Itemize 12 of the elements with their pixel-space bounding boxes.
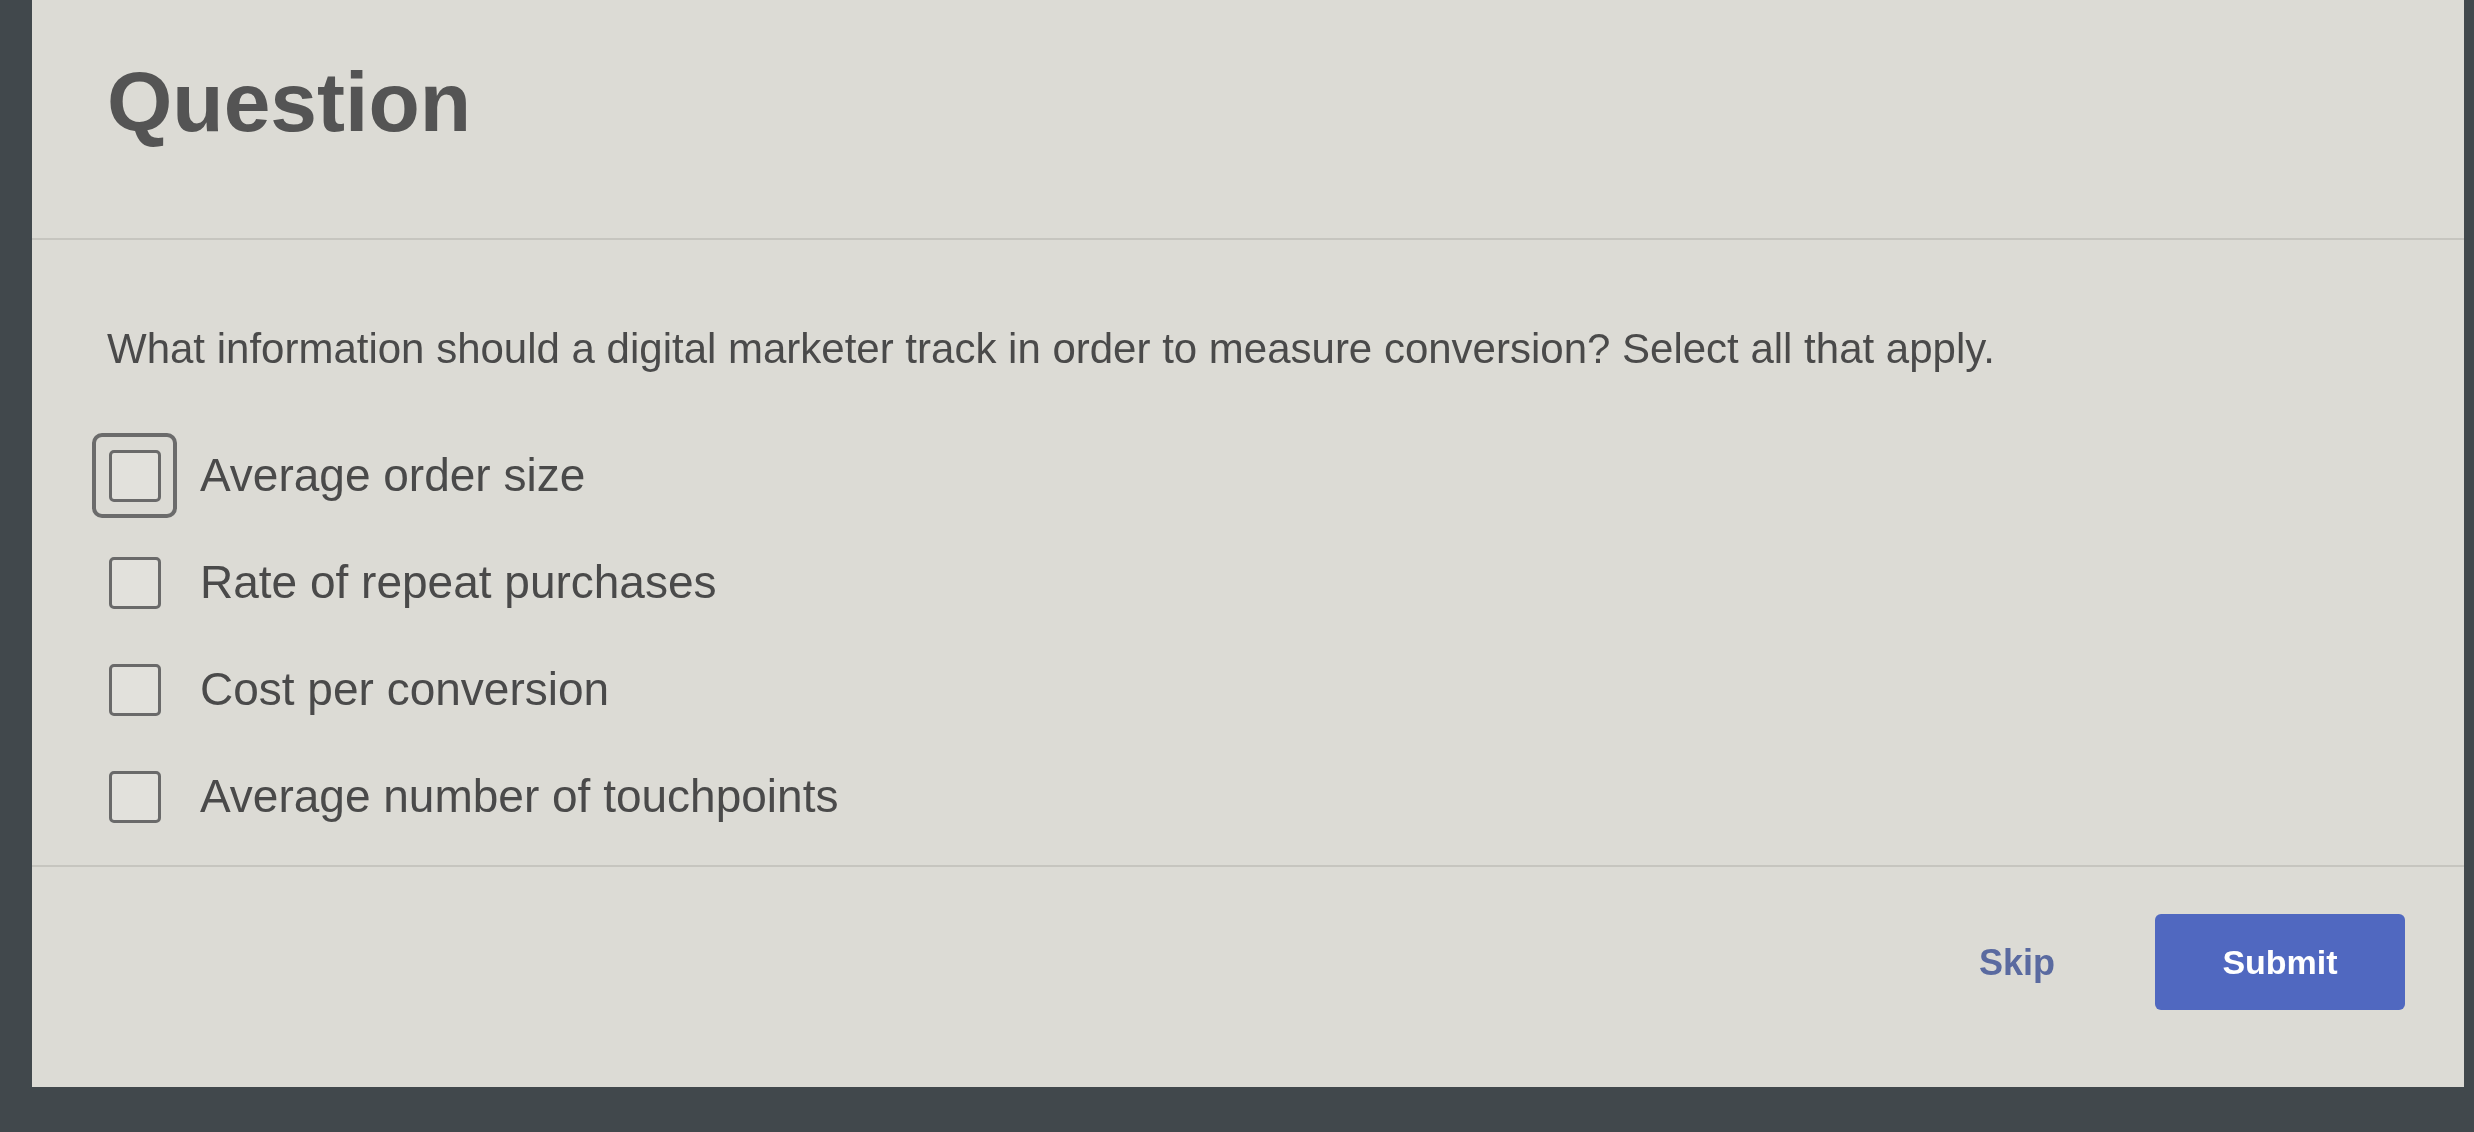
skip-link[interactable]: Skip [1976, 940, 2057, 984]
submit-button[interactable]: Submit [2155, 914, 2405, 1011]
checkbox[interactable] [108, 449, 161, 502]
question-title: Question [107, 56, 471, 149]
option-label[interactable]: Average number of touchpoints [200, 769, 839, 825]
checkbox[interactable] [108, 556, 161, 609]
option-label[interactable]: Cost per conversion [200, 662, 610, 718]
checkbox[interactable] [108, 663, 161, 716]
option-label[interactable]: Rate of repeat purchases [200, 555, 717, 611]
option-label[interactable]: Average order size [200, 448, 586, 504]
question-prompt: What information should a digital marketer track in order to measure conversion? Select all that apply. [107, 324, 1995, 374]
checkbox[interactable] [108, 770, 161, 823]
